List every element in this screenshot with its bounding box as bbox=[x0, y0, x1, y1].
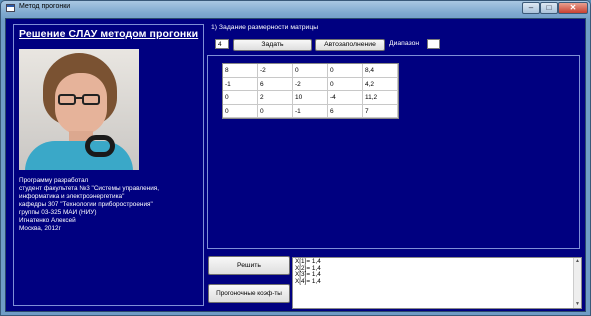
matrix-cell[interactable]: 0 bbox=[223, 91, 258, 105]
matrix-cell[interactable]: 11,2 bbox=[363, 91, 398, 105]
matrix-cell[interactable]: 0 bbox=[258, 104, 293, 118]
maximize-button[interactable]: □ bbox=[540, 2, 558, 14]
close-icon: ✕ bbox=[569, 3, 577, 12]
info-panel: Решение СЛАУ методом прогонки Программу … bbox=[13, 24, 204, 306]
credits-line: Программу разработал bbox=[19, 177, 89, 184]
credits-line: группы 03-325 МАИ (НИУ) bbox=[19, 209, 97, 216]
results-textbox[interactable]: X[1]= 1,4 X[2]= 1,4 X[3]= 1,4 X[4]= 1,4 … bbox=[292, 257, 582, 309]
range-label: Диапазон bbox=[389, 40, 420, 47]
credits-line: информатика и электроэнергетика" bbox=[19, 193, 125, 200]
matrix-cell[interactable]: 6 bbox=[258, 77, 293, 91]
matrix-cell[interactable]: 0 bbox=[328, 77, 363, 91]
app-window: Метод прогонки – □ ✕ Решение СЛАУ методо… bbox=[0, 0, 591, 316]
minimize-button[interactable]: – bbox=[522, 2, 540, 14]
author-photo bbox=[19, 49, 139, 170]
matrix-cell[interactable]: -2 bbox=[293, 77, 328, 91]
matrix-cell[interactable]: -1 bbox=[293, 104, 328, 118]
set-size-button[interactable]: Задать bbox=[233, 39, 312, 51]
matrix-cell[interactable]: 8,4 bbox=[363, 64, 398, 78]
autofill-button[interactable]: Автозаполнение bbox=[315, 39, 385, 51]
matrix-cell[interactable]: 0 bbox=[328, 64, 363, 78]
coefficients-button[interactable]: Прогоночные коэф-ты bbox=[208, 284, 290, 303]
window-title: Метод прогонки bbox=[19, 3, 71, 10]
credits-line: кафедры 307 "Технологии приборостроения" bbox=[19, 201, 153, 208]
matrix-cell[interactable]: 0 bbox=[293, 64, 328, 78]
matrix-cell[interactable]: 10 bbox=[293, 91, 328, 105]
matrix-cell[interactable]: 4,2 bbox=[363, 77, 398, 91]
close-button[interactable]: ✕ bbox=[558, 2, 588, 14]
matrix-cell[interactable]: -2 bbox=[258, 64, 293, 78]
minimize-icon: – bbox=[528, 3, 534, 12]
author-credits: Программу разработал студент факультета … bbox=[19, 177, 201, 233]
matrix-cell[interactable]: -1 bbox=[223, 77, 258, 91]
matrix-size-input[interactable]: 4 bbox=[215, 39, 229, 49]
scroll-down-icon[interactable]: ▼ bbox=[574, 301, 581, 308]
maximize-icon: □ bbox=[546, 3, 552, 12]
matrix-cell[interactable]: -4 bbox=[328, 91, 363, 105]
solve-button[interactable]: Решить bbox=[208, 256, 290, 275]
result-line: X[2]= 1,4 bbox=[295, 264, 321, 272]
credits-line: Игнатенко Алексей bbox=[19, 217, 76, 224]
matrix-cell[interactable]: 7 bbox=[363, 104, 398, 118]
page-title: Решение СЛАУ методом прогонки bbox=[19, 28, 199, 40]
matrix-cell[interactable]: 6 bbox=[328, 104, 363, 118]
matrix-cell[interactable]: 8 bbox=[223, 64, 258, 78]
matrix-grid: 8 -2 0 0 8,4 -1 6 -2 0 4,2 0 2 10 -4 11,… bbox=[222, 63, 399, 119]
window-app-icon bbox=[6, 4, 15, 12]
result-line: X[4]= 1,4 bbox=[295, 277, 321, 285]
results-scrollbar[interactable]: ▲ ▼ bbox=[573, 258, 581, 308]
matrix-cell[interactable]: 0 bbox=[223, 104, 258, 118]
credits-line: Москва, 2012г bbox=[19, 225, 61, 232]
matrix-panel: 8 -2 0 0 8,4 -1 6 -2 0 4,2 0 2 10 -4 11,… bbox=[207, 55, 580, 249]
range-input[interactable] bbox=[427, 39, 440, 49]
result-line: X[3]= 1,4 bbox=[295, 271, 321, 279]
scroll-up-icon[interactable]: ▲ bbox=[574, 258, 581, 265]
credits-line: студент факультета №3 "Системы управлени… bbox=[19, 185, 160, 192]
title-bar[interactable]: Метод прогонки – □ ✕ bbox=[1, 1, 590, 15]
matrix-size-label: 1) Задание размерности матрицы bbox=[211, 24, 319, 31]
matrix-cell[interactable]: 2 bbox=[258, 91, 293, 105]
result-line: X[1]= 1,4 bbox=[295, 258, 321, 265]
client-area: Решение СЛАУ методом прогонки Программу … bbox=[5, 18, 586, 312]
